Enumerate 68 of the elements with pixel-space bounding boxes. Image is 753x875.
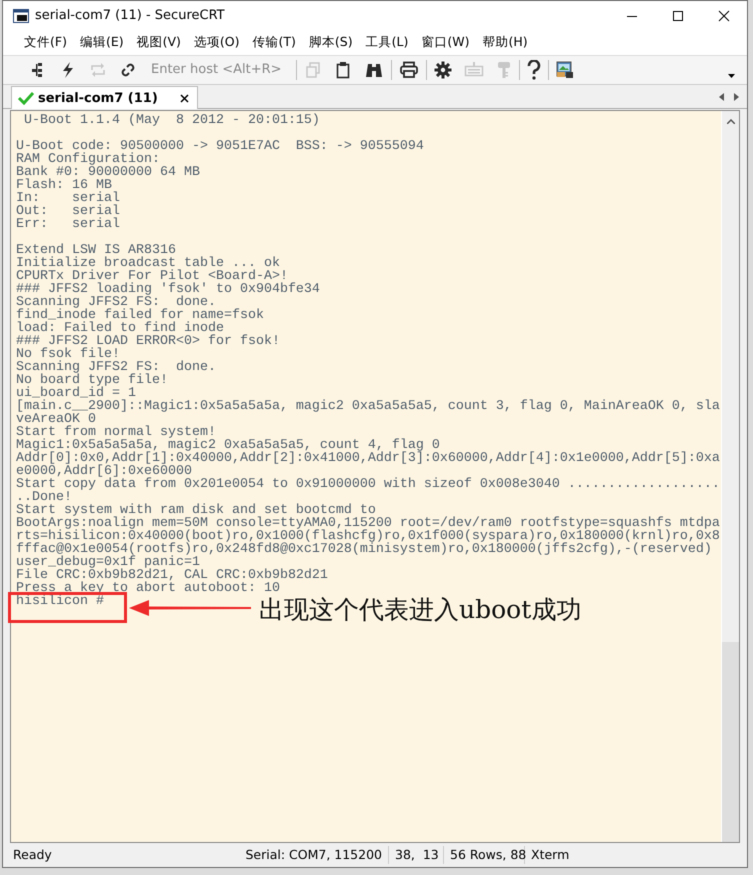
terminal-line: Scanning JFFS2 FS: done. <box>16 361 216 374</box>
terminal-line: ### JFFS2 LOAD ERROR<0> for fsok! <box>16 335 280 348</box>
terminal-line: File CRC:0xb9b82d21, CAL CRC:0xb9b82d21 <box>16 569 328 582</box>
menu-item[interactable]: 选项(O) <box>188 34 245 52</box>
scrollbar[interactable] <box>721 111 739 842</box>
terminal-line: Start from normal system! <box>16 426 216 440</box>
terminal-line: Magic1:0x5a5a5a5a, magic2 0xa5a5a5a5, count 4, flag 0 <box>16 439 440 452</box>
close-button[interactable] <box>718 10 730 22</box>
dropdown-icon[interactable] <box>728 74 735 78</box>
printer-icon[interactable] <box>399 60 419 79</box>
status-field: 38, 13 <box>389 846 444 864</box>
maximize-button[interactable] <box>672 10 684 22</box>
menu-item[interactable]: 帮助(H) <box>477 34 533 52</box>
terminal-line: No fsok file! <box>16 348 120 362</box>
terminal-line: Flash: 16 MB <box>16 179 112 192</box>
clipboard-icon[interactable] <box>334 60 352 79</box>
terminal-line: Bank #0: 90000000 64 MB <box>16 166 200 180</box>
terminal-line: Out: serial <box>16 205 120 218</box>
terminal-line: Start system with ram disk and set bootcmd to <box>16 504 376 518</box>
status-field: Ready <box>13 846 216 864</box>
terminal-line: load: Failed to find inode <box>16 322 224 336</box>
terminal-line: ..Done! <box>16 491 72 504</box>
terminal-line: Extend LSW IS AR8316 <box>16 244 176 258</box>
terminal-line: e0000,Addr[6]:0xe60000 <box>16 465 192 478</box>
terminal-line: No board type file! <box>16 374 168 388</box>
terminal-line: Start copy data from 0x201e0054 to 0x91000000 with sizeof 0x008e3040 ................... <box>16 478 720 492</box>
left-arrow-icon[interactable] <box>719 93 724 102</box>
right-arrow-icon[interactable] <box>734 93 739 102</box>
menu-item[interactable]: 工具(L) <box>360 34 414 52</box>
terminal-line: BootArgs:noalign mem=50M console=ttyAMA0,115200 root=/dev/ram0 rootfstype=squashfs mtdpa <box>16 517 720 530</box>
close-icon[interactable] <box>180 94 189 103</box>
terminal-line: Addr[0]:0x0,Addr[1]:0x40000,Addr[2]:0x41000,Addr[3]:0x60000,Addr[4]:0x1e0000,Addr[5]:0xa <box>16 452 720 466</box>
settings-icon[interactable] <box>434 60 452 79</box>
terminal-line: ui_board_id = 1 <box>16 387 136 400</box>
chain-icon[interactable] <box>119 60 137 79</box>
status-field: 56 Rows, 88 <box>444 846 525 864</box>
menu-item[interactable]: 脚本(S) <box>304 34 358 52</box>
terminal-line: In: serial <box>16 192 120 206</box>
menu-item[interactable]: 视图(V) <box>132 34 186 52</box>
annotation-text: 出现这个代表进入uboot成功 <box>259 594 582 626</box>
window-title: serial-com7 (11) - SecureCRT <box>35 8 226 24</box>
menu-item[interactable]: 编辑(E) <box>74 34 129 52</box>
terminal-line: Press a key to abort autoboot: 10 <box>16 582 280 596</box>
menu-item[interactable]: 文件(F) <box>19 34 72 52</box>
help-icon[interactable] <box>527 60 541 80</box>
terminal-line: CPURTx Driver For Pilot <Board-A>! <box>16 270 288 284</box>
terminal-line: ### JFFS2 loading 'fsok' to 0x904bfe34 <box>16 283 320 296</box>
session-tab[interactable]: serial-com7 (11) <box>11 86 198 110</box>
menu-item[interactable]: 传输(T) <box>248 34 301 52</box>
terminal-line: hisilicon # <box>16 595 104 608</box>
terminal-line: [main.c__2900]::Magic1:0x5a5a5a5a, magic2 0xa5a5a5a5, count 3, flag 0, MainAreaOK 0, sla <box>16 400 720 414</box>
terminal-line: veAreaOK 0 <box>16 413 96 426</box>
terminal-line: U-Boot 1.1.4 (May 8 2012 - 20:01:15) <box>22 114 320 128</box>
menu-item[interactable]: 窗口(W) <box>416 34 474 52</box>
terminal-line: Scanning JFFS2 FS: done. <box>16 296 216 310</box>
terminal-line: user_debug=0x1f panic=1 <box>16 556 200 570</box>
host-field[interactable]: Enter host <Alt+R> <box>151 62 291 78</box>
app-icon <box>13 8 29 23</box>
terminal-line: RAM Configuration: <box>16 153 160 166</box>
check-icon <box>18 91 34 106</box>
terminal-line: rts=hisilicon:0x40000(boot)ro,0x1000(flashcfg)ro,0x1f000(syspara)ro,0x180000(krnl)ro,0x8 <box>16 530 720 544</box>
status-field: Xterm <box>525 846 597 864</box>
terminal-line: Initialize broadcast table ... ok <box>16 257 280 270</box>
status-field: Serial: COM7, 115200 <box>216 846 389 864</box>
terminal-line: fffac@0x1e0054(rootfs)ro,0x248fd8@0xc17028(minisystem)ro,0x180000(jffs2cfg),-(reserved) <box>16 543 712 556</box>
terminal-line: Err: serial <box>16 218 120 232</box>
terminal-line: find_inode failed for name=fsok <box>16 309 264 322</box>
terminal-line: U-Boot code: 90500000 -> 9051E7AC BSS: -> 90555094 <box>16 140 424 154</box>
